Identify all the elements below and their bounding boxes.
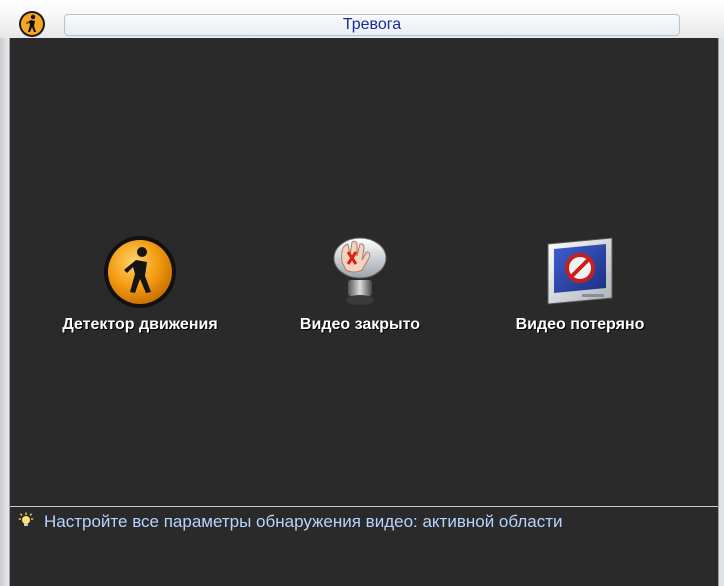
content-area: Детектор движения Видео закрыто Видео по… <box>10 38 718 586</box>
hint-text: Настройте все параметры обнаружения виде… <box>44 512 563 531</box>
camera-masking-button[interactable]: Видео закрыто <box>260 232 460 334</box>
motion-detection-button[interactable]: Детектор движения <box>40 232 240 334</box>
alarm-window: Тревога Детектор движения Видео закрыто … <box>0 0 724 586</box>
motion-detection-icon <box>100 232 180 312</box>
lightbulb-icon <box>18 512 34 533</box>
video-loss-icon <box>540 232 620 312</box>
status-divider <box>10 506 718 507</box>
left-frame <box>0 38 10 586</box>
title-bar: Тревога <box>0 0 724 40</box>
hint-bar: Настройте все параметры обнаружения виде… <box>18 510 708 534</box>
right-frame <box>718 38 724 586</box>
motion-detection-label: Детектор движения <box>62 316 218 333</box>
window-title: Тревога <box>64 14 680 36</box>
video-loss-button[interactable]: Видео потеряно <box>480 232 680 334</box>
camera-masking-icon <box>320 232 400 312</box>
camera-masking-label: Видео закрыто <box>299 316 421 333</box>
video-loss-label: Видео потеряно <box>515 316 645 333</box>
motion-person-icon <box>18 10 46 38</box>
